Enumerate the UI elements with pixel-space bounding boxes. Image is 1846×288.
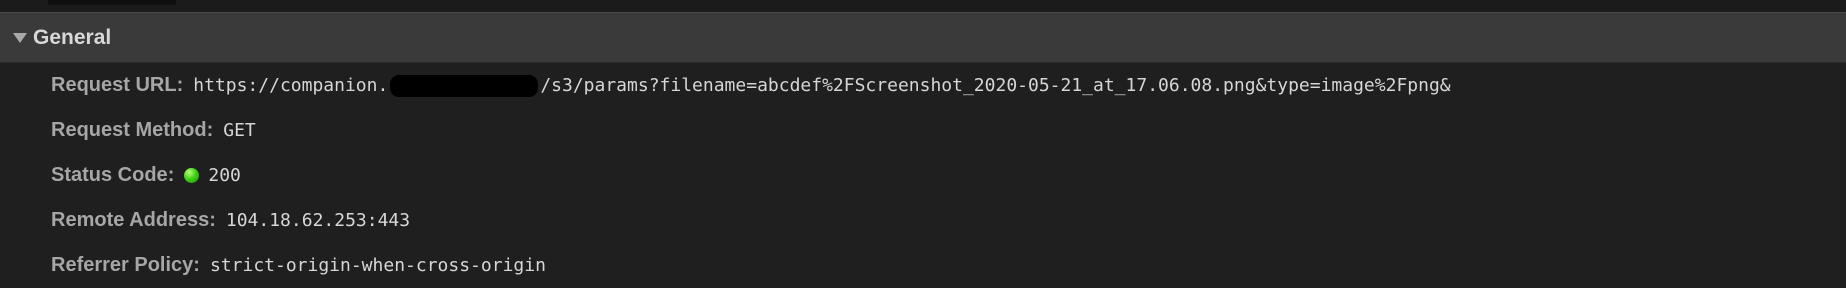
referrer-policy-value[interactable]: strict-origin-when-cross-origin: [210, 255, 546, 276]
devtools-top-bar: [0, 0, 1846, 12]
remote-address-value[interactable]: 104.18.62.253:443: [226, 210, 410, 231]
status-code-label: Status Code: [51, 164, 168, 186]
request-url-prefix: https://companion.: [193, 74, 389, 96]
section-title: General: [33, 25, 112, 49]
referrer-policy-row: Referrer Policy: strict-origin-when-cros…: [0, 243, 1846, 288]
general-section-rows: Request URL: https://companion. /s3/param…: [0, 63, 1846, 288]
request-url-row: Request URL: https://companion. /s3/param…: [0, 63, 1846, 108]
request-method-label: Request Method: [51, 119, 207, 141]
request-method-value[interactable]: GET: [223, 120, 256, 141]
label-colon: :: [206, 119, 214, 141]
triangle-down-icon[interactable]: [13, 32, 27, 43]
redacted-domain: [390, 74, 539, 97]
remote-address-row: Remote Address: 104.18.62.253:443: [0, 198, 1846, 243]
general-section-header[interactable]: General: [0, 12, 1846, 63]
remote-address-label: Remote Address: [51, 209, 210, 231]
label-colon: :: [209, 209, 216, 231]
request-url-label: Request URL: [51, 74, 177, 96]
status-code-value[interactable]: 200: [208, 165, 241, 186]
label-colon: :: [176, 74, 184, 96]
request-url-suffix: /s3/params?filename=abcdef%2FScreenshot_…: [540, 74, 1451, 96]
selected-tab-indicator: [48, 0, 176, 5]
status-ok-dot-icon: [184, 168, 200, 183]
label-colon: :: [193, 254, 200, 276]
status-code-row: Status Code: 200: [0, 153, 1846, 198]
request-url-value[interactable]: https://companion. /s3/params?filename=ab…: [193, 74, 1451, 97]
request-method-row: Request Method: GET: [0, 108, 1846, 153]
referrer-policy-label: Referrer Policy: [51, 254, 194, 276]
label-colon: :: [167, 164, 175, 186]
